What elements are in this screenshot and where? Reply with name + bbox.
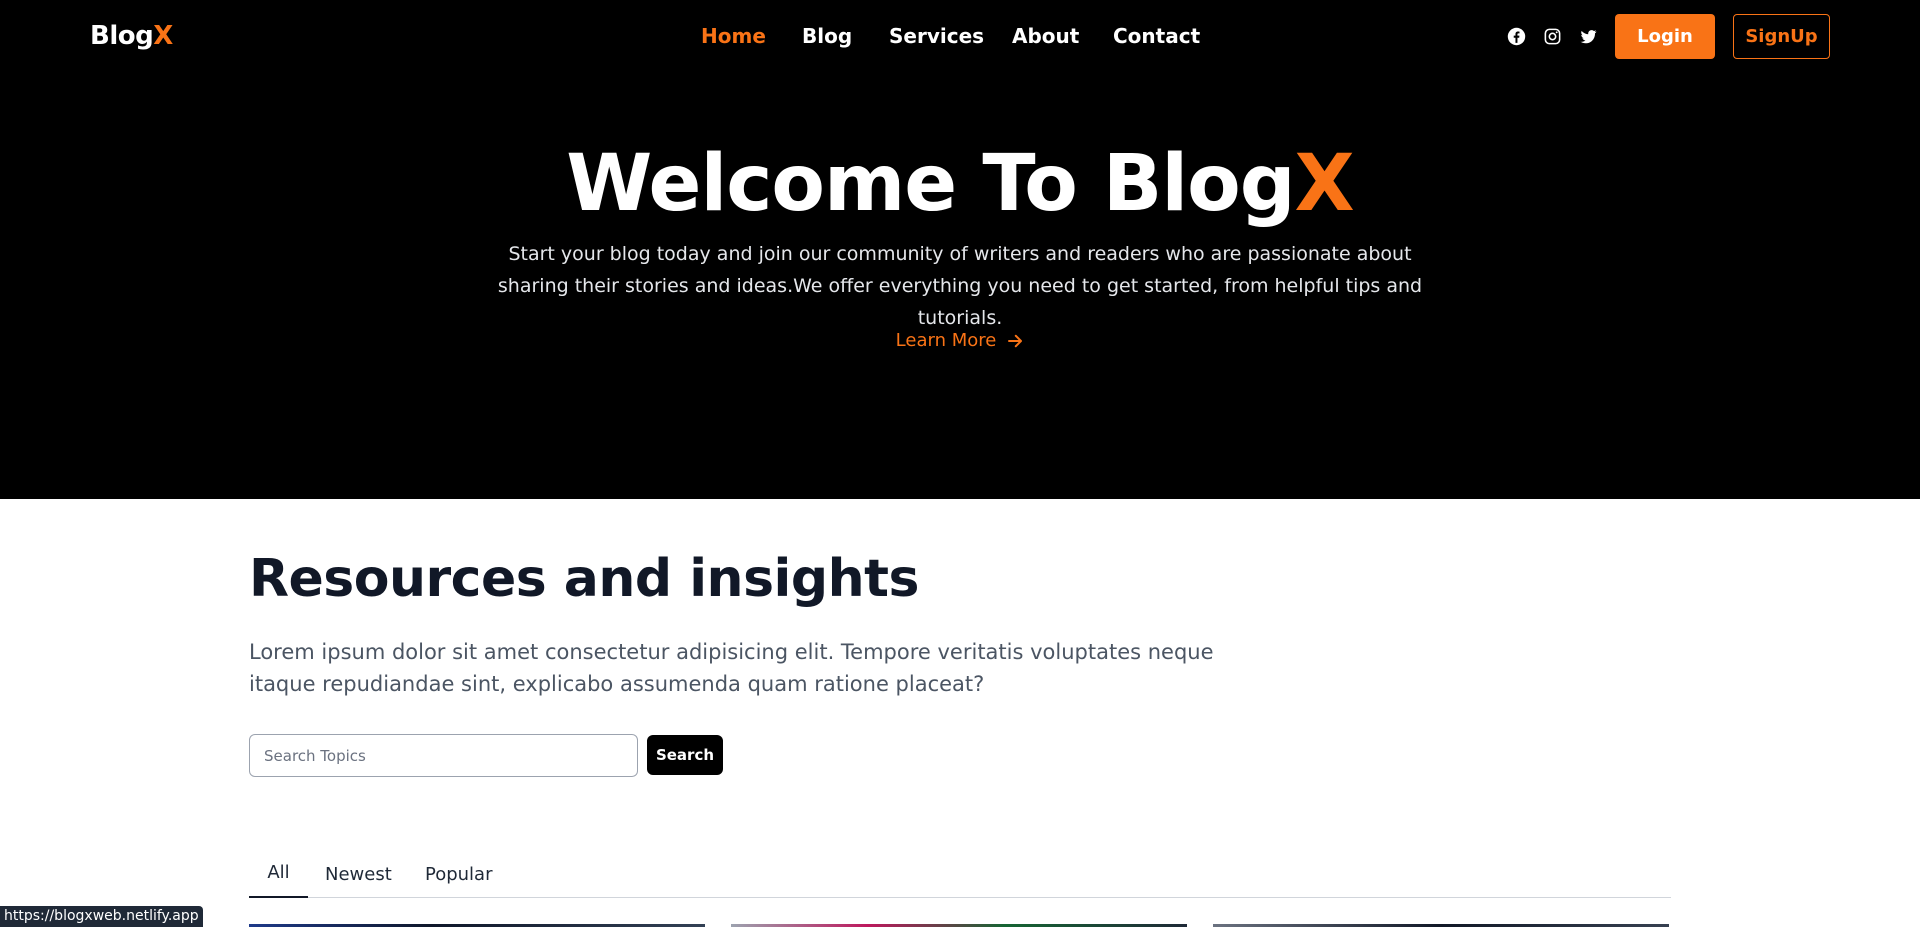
- facebook-icon[interactable]: [1506, 26, 1526, 46]
- tab-newest[interactable]: Newest: [325, 858, 392, 898]
- hero-section: BlogX Home Blog Services About Contact L…: [0, 0, 1920, 499]
- learn-more-label: Learn More: [895, 330, 997, 351]
- nav-about[interactable]: About: [1012, 24, 1079, 48]
- signup-button[interactable]: SignUp: [1733, 14, 1830, 59]
- instagram-icon[interactable]: [1542, 26, 1562, 46]
- twitter-icon[interactable]: [1578, 26, 1598, 46]
- hero-title-main: Welcome To Blog: [566, 139, 1295, 229]
- status-bar-url: https://blogxweb.netlify.app: [0, 906, 203, 927]
- search-button[interactable]: Search: [647, 735, 723, 775]
- tab-all[interactable]: All: [249, 858, 308, 898]
- arrow-right-icon: [1008, 334, 1023, 347]
- nav-services[interactable]: Services: [889, 24, 984, 48]
- hero-title: Welcome To BlogX: [0, 134, 1920, 234]
- tab-popular[interactable]: Popular: [425, 858, 493, 898]
- nav-home[interactable]: Home: [701, 24, 766, 48]
- login-button[interactable]: Login: [1615, 14, 1715, 59]
- nav-contact[interactable]: Contact: [1113, 24, 1200, 48]
- resources-description: Lorem ipsum dolor sit amet consectetur a…: [249, 640, 1214, 696]
- filter-tabs: All Newest Popular: [249, 858, 1671, 898]
- resources-title: Resources and insights: [249, 549, 919, 609]
- learn-more-link[interactable]: Learn More: [0, 330, 1920, 351]
- hero-title-accent: X: [1294, 139, 1355, 229]
- nav-blog[interactable]: Blog: [802, 24, 852, 48]
- search-input[interactable]: [249, 734, 638, 777]
- hero-subtitle: Start your blog today and join our commu…: [497, 243, 1423, 329]
